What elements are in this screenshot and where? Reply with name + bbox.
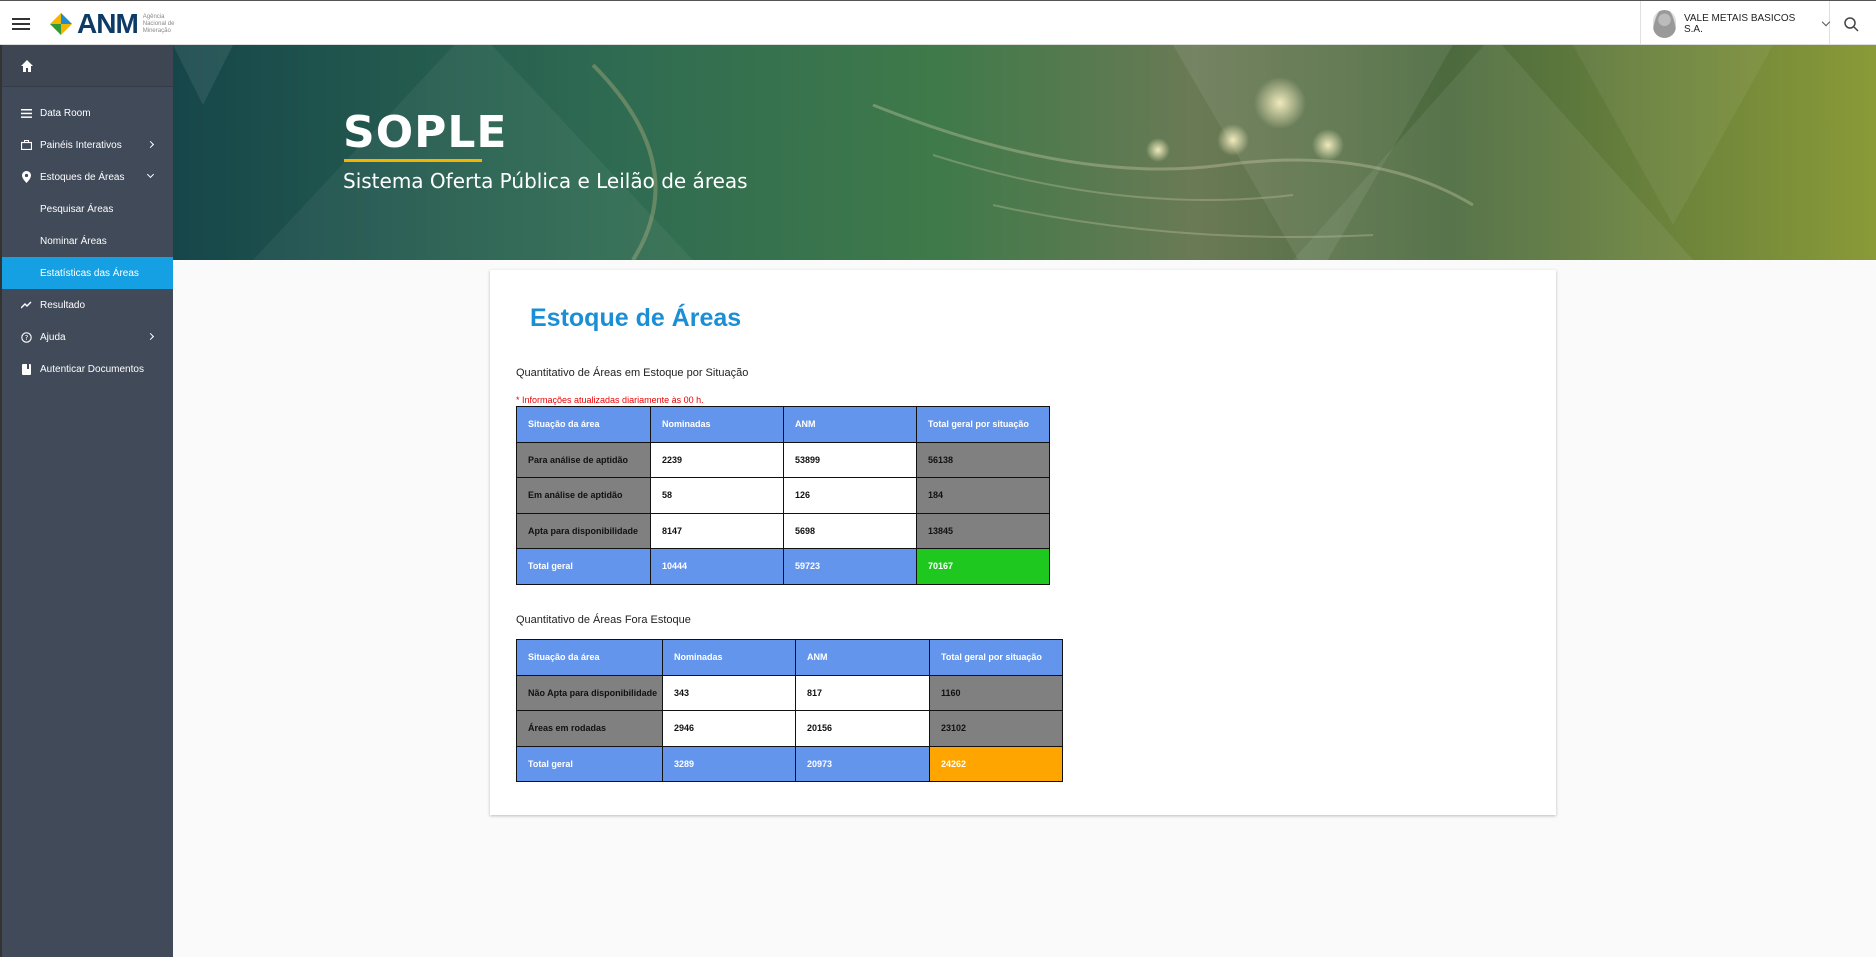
update-note: * Informações atualizadas diariamente às… [516,395,704,405]
sidebar-item-label: Pesquisar Áreas [40,203,114,215]
cell-nominadas: 10444 [650,548,784,585]
table-header: ANM [795,639,930,676]
cell-anm: 59723 [783,548,917,585]
table-row: Apta para disponibilidade 8147 5698 1384… [516,512,1050,549]
sidebar-item-label: Nominar Áreas [40,235,107,247]
sidebar: Data Room Painéis Interativos Estoques d… [0,45,173,957]
table-row: Não Apta para disponibilidade 343 817 11… [516,674,1063,711]
sidebar-item-estatisticas-das-areas[interactable]: Estatísticas das Áreas [2,257,173,289]
location-pin-icon [20,171,32,183]
sidebar-item-label: Estoques de Áreas [40,171,125,183]
hamburger-menu-icon[interactable] [12,15,30,31]
sidebar-item-data-room[interactable]: Data Room [2,97,173,129]
cell-anm: 20973 [795,745,930,782]
sidebar-item-label: Data Room [40,107,91,119]
content-card: Estoque de Áreas Quantitativo de Áreas e… [490,270,1556,815]
sidebar-item-pesquisar-areas[interactable]: Pesquisar Áreas [2,193,173,225]
avatar [1653,9,1676,38]
list-icon [20,107,32,119]
sidebar-item-label: Estatísticas das Áreas [40,267,139,279]
cell-anm: 20156 [795,710,930,747]
cell-total: 13845 [916,512,1050,549]
logo-subtext: Agência Nacional de Mineração [142,13,175,34]
cell-nominadas: 2239 [650,441,784,478]
section-title-estoque: Quantitativo de Áreas em Estoque por Sit… [516,367,749,379]
home-button[interactable] [2,45,173,87]
sidebar-nav: Data Room Painéis Interativos Estoques d… [2,97,173,385]
banner-subtitle: Sistema Oferta Pública e Leilão de áreas [343,169,748,193]
user-menu[interactable]: VALE METAIS BASICOS S.A. [1640,1,1831,46]
section-title-fora-estoque: Quantitativo de Áreas Fora Estoque [516,614,691,626]
table-header: Nominadas [650,406,784,443]
table-header: Situação da área [516,406,651,443]
cell-nominadas: 58 [650,477,784,514]
hero-banner: SOPLE Sistema Oferta Pública e Leilão de… [173,45,1876,260]
cell-nominadas: 2946 [662,710,796,747]
sidebar-item-paineis-interativos[interactable]: Painéis Interativos [2,129,173,161]
cell-anm: 817 [795,674,930,711]
cell-anm: 126 [783,477,917,514]
sidebar-item-label: Resultado [40,299,86,311]
sidebar-item-ajuda[interactable]: ? Ajuda [2,321,173,353]
sidebar-item-resultado[interactable]: Resultado [2,289,173,321]
table-total-row: Total geral 3289 20973 24262 [516,745,1063,782]
logo-text: ANM [77,8,139,39]
chevron-right-icon [146,332,155,341]
row-label: Para análise de aptidão [516,441,651,478]
banner-title: SOPLE [343,107,508,158]
briefcase-icon [20,139,32,151]
table-header: Total geral por situação [916,406,1050,443]
row-label: Em análise de aptidão [516,477,651,514]
user-name: VALE METAIS BASICOS S.A. [1683,12,1796,35]
svg-text:?: ? [24,334,28,342]
fora-estoque-table: Situação da área Nominadas ANM Total ger… [516,639,1063,782]
book-icon [20,363,32,375]
page-title: Estoque de Áreas [530,304,742,332]
anm-logo-mark-icon [50,13,72,35]
cell-grand-total: 24262 [929,745,1063,782]
cell-anm: 53899 [783,441,917,478]
cell-nominadas: 8147 [650,512,784,549]
banner-underline [344,159,482,162]
cell-total: 23102 [929,710,1063,747]
table-row: Em análise de aptidão 58 126 184 [516,477,1050,514]
row-label: Total geral [516,745,663,782]
estoque-table: Situação da área Nominadas ANM Total ger… [516,406,1050,585]
table-header-row: Situação da área Nominadas ANM Total ger… [516,639,1063,676]
row-label: Apta para disponibilidade [516,512,651,549]
sidebar-item-label: Autenticar Documentos [40,363,144,375]
chevron-down-icon [1821,17,1831,26]
help-circle-icon: ? [20,331,32,343]
top-bar: ANM Agência Nacional de Mineração VALE M… [0,0,1876,46]
row-label: Total geral [516,548,651,585]
chevron-right-icon [146,140,155,149]
sidebar-item-label: Painéis Interativos [40,139,122,151]
sidebar-item-estoques-de-areas[interactable]: Estoques de Áreas [2,161,173,193]
cell-total: 184 [916,477,1050,514]
cell-grand-total: 70167 [916,548,1050,585]
table-header: Total geral por situação [929,639,1063,676]
table-total-row: Total geral 10444 59723 70167 [516,548,1050,585]
row-label: Áreas em rodadas [516,710,663,747]
sidebar-item-nominar-areas[interactable]: Nominar Áreas [2,225,173,257]
home-icon [21,59,33,72]
table-header: Situação da área [516,639,663,676]
sidebar-item-label: Ajuda [40,331,66,343]
row-label: Não Apta para disponibilidade [516,674,663,711]
cell-anm: 5698 [783,512,917,549]
sidebar-item-autenticar-documentos[interactable]: Autenticar Documentos [2,353,173,385]
table-header: ANM [783,406,917,443]
cell-total: 1160 [929,674,1063,711]
table-row: Para análise de aptidão 2239 53899 56138 [516,441,1050,478]
cell-total: 56138 [916,441,1050,478]
table-header-row: Situação da área Nominadas ANM Total ger… [516,406,1050,443]
search-icon[interactable] [1840,13,1864,35]
table-row: Áreas em rodadas 2946 20156 23102 [516,710,1063,747]
cell-nominadas: 343 [662,674,796,711]
table-header: Nominadas [662,639,796,676]
cell-nominadas: 3289 [662,745,796,782]
chevron-down-icon [146,170,155,179]
trending-up-icon [20,299,32,311]
anm-logo[interactable]: ANM Agência Nacional de Mineração [48,9,183,39]
